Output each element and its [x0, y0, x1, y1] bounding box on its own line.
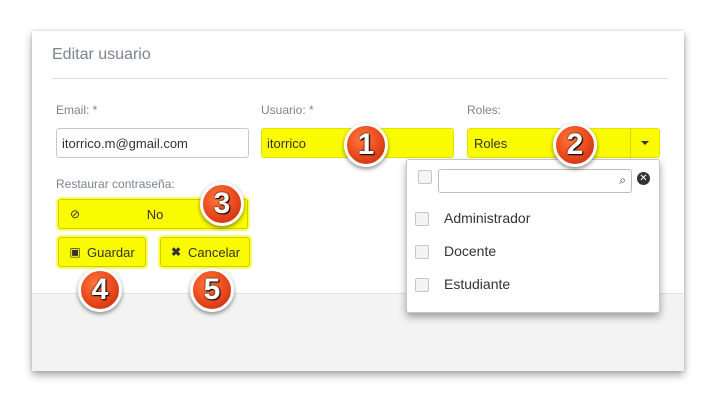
callout-badge-1: 1	[344, 123, 388, 167]
roles-search-input[interactable]: ⌕	[438, 169, 632, 193]
callout-badge-4: 4	[78, 268, 122, 312]
reset-password-label: Restaurar contraseña:	[56, 177, 175, 191]
roles-dropdown: ⌕ ✕ Administrador Docente Estudiante	[406, 159, 660, 313]
option-checkbox[interactable]	[415, 278, 429, 292]
caret-down-icon[interactable]	[630, 129, 659, 157]
cancel-button[interactable]: ✖ Cancelar	[160, 237, 250, 267]
username-label: Usuario: *	[261, 103, 314, 117]
dialog-title: Editar usuario	[52, 46, 151, 63]
ban-icon: ⊘	[69, 207, 81, 221]
list-item[interactable]: Estudiante	[415, 272, 651, 298]
callout-badge-5: 5	[190, 268, 234, 312]
roles-label: Roles:	[467, 103, 502, 117]
email-field[interactable]: itorrico.m@gmail.com	[56, 128, 249, 158]
callout-badge-3: 3	[200, 182, 244, 226]
callout-badge-2: 2	[553, 123, 597, 167]
email-label: Email: *	[56, 103, 98, 117]
magnifier-icon: ⌕	[619, 173, 626, 187]
x-icon: ✖	[170, 245, 182, 259]
save-button-label: Guardar	[87, 244, 135, 260]
list-item[interactable]: Administrador	[415, 206, 651, 232]
floppy-disk-icon: ▣	[69, 245, 81, 259]
title-divider	[52, 78, 668, 79]
select-all-checkbox[interactable]	[418, 170, 432, 184]
save-button[interactable]: ▣ Guardar	[58, 237, 146, 267]
cancel-button-label: Cancelar	[188, 244, 241, 260]
option-checkbox[interactable]	[415, 245, 429, 259]
list-item[interactable]: Docente	[415, 239, 651, 265]
option-label: Docente	[444, 243, 497, 259]
option-label: Estudiante	[444, 276, 511, 292]
roles-select-value: Roles	[474, 136, 508, 151]
clear-circle-icon[interactable]: ✕	[637, 172, 650, 185]
option-checkbox[interactable]	[415, 212, 429, 226]
option-label: Administrador	[444, 210, 531, 226]
